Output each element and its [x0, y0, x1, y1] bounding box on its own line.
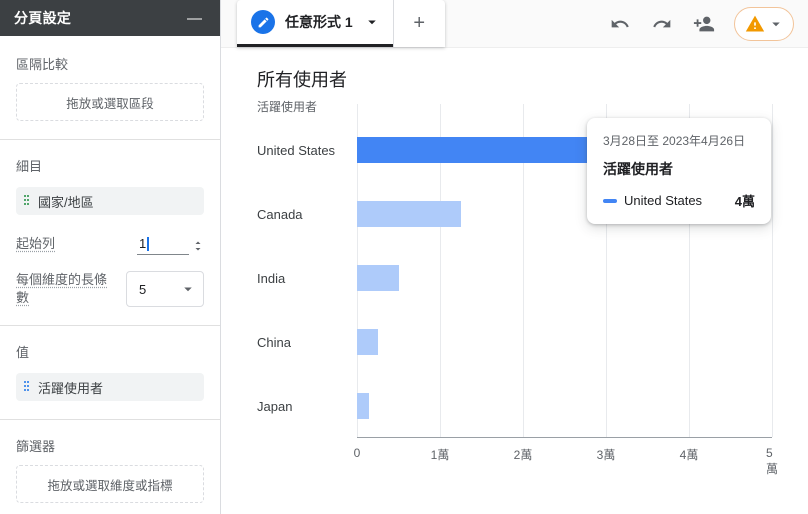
tooltip-series-name: United States	[624, 193, 703, 208]
values-label: 值	[16, 345, 30, 360]
share-users-button[interactable]	[692, 12, 716, 36]
category-label: United States	[257, 142, 336, 158]
gridline	[772, 104, 773, 437]
stepper-down-icon[interactable]	[192, 246, 204, 255]
segment-dropzone[interactable]: 拖放或選取區段	[16, 83, 204, 121]
drag-handle-icon	[24, 195, 30, 207]
bar-canada[interactable]	[357, 201, 461, 227]
panel-body: 區隔比較 拖放或選取區段 細目 國家/地區 起始列 1 每個維度的長條數 5 值…	[0, 36, 220, 503]
breakdown-chip-country[interactable]: 國家/地區	[16, 187, 204, 215]
app-root: 分頁設定 — 區隔比較 拖放或選取區段 細目 國家/地區 起始列 1 每個維度的…	[0, 0, 808, 514]
tooltip-date-range: 3月28日至 2023年4月26日	[603, 134, 746, 148]
tab-strip: 任意形式 1 +	[221, 0, 808, 48]
divider	[0, 139, 220, 140]
edit-icon[interactable]	[251, 10, 275, 34]
bars-per-dimension-label: 每個維度的長條數	[16, 272, 108, 305]
main-area: 任意形式 1 + 所有使用者 活躍使用者 United States Canad…	[221, 0, 808, 514]
tab-label: 任意形式 1	[285, 14, 353, 30]
x-axis-ticks: 0 1萬 2萬 3萬 4萬 5萬	[353, 438, 778, 476]
chevron-down-icon[interactable]	[363, 13, 381, 31]
values-chip-active-users[interactable]: 活躍使用者	[16, 373, 204, 401]
redo-button[interactable]	[650, 12, 674, 36]
bars-per-dimension-value: 5	[139, 281, 147, 297]
chart-metric-label: 活躍使用者	[257, 100, 318, 114]
axis-tick: 2萬	[513, 448, 533, 462]
stepper-up-icon[interactable]	[192, 237, 204, 246]
undo-button[interactable]	[608, 12, 632, 36]
chevron-down-icon	[772, 22, 780, 26]
axis-tick: 1萬	[430, 448, 450, 462]
bars-per-dimension-select[interactable]: 5	[126, 271, 204, 307]
redo-icon	[653, 19, 671, 27]
divider	[0, 325, 220, 326]
start-row-setting: 起始列 1	[16, 233, 204, 255]
axis-tick: 5萬	[766, 446, 779, 476]
bars-per-dimension-setting: 每個維度的長條數 5	[16, 271, 204, 307]
category-label: India	[257, 270, 286, 286]
filters-dropzone-text: 拖放或選取維度或指標	[47, 478, 173, 493]
text-cursor	[147, 236, 149, 251]
panel-header: 分頁設定 —	[0, 0, 220, 36]
filters-label: 篩選器	[16, 439, 56, 454]
toolbar-actions	[608, 0, 808, 47]
category-label: Japan	[257, 398, 293, 414]
bar-india[interactable]	[357, 265, 399, 291]
panel-title: 分頁設定	[14, 10, 72, 26]
axis-tick: 4萬	[679, 448, 699, 462]
bar-japan[interactable]	[357, 393, 370, 419]
tooltip-series-value: 4萬	[734, 194, 755, 209]
breakdown-label: 細目	[16, 159, 43, 174]
tab-group: 任意形式 1 +	[237, 0, 445, 47]
start-row-value: 1	[139, 236, 147, 251]
tab-freeform-1[interactable]: 任意形式 1	[237, 0, 393, 47]
chart-tooltip: 3月28日至 2023年4月26日 活躍使用者 United States 4萬	[587, 118, 771, 224]
axis-tick: 0	[353, 446, 361, 460]
filters-dropzone[interactable]: 拖放或選取維度或指標	[16, 465, 204, 503]
person-add-icon	[693, 16, 715, 31]
bar-china[interactable]	[357, 329, 378, 355]
collapse-panel-button[interactable]: —	[183, 9, 206, 28]
warning-icon	[745, 15, 765, 31]
number-stepper[interactable]	[192, 237, 204, 255]
segment-dropzone-text: 拖放或選取區段	[66, 96, 154, 111]
category-labels: United States Canada India China Japan	[257, 118, 357, 438]
start-row-input[interactable]: 1	[137, 233, 189, 255]
tooltip-series-row: United States 4萬	[603, 191, 755, 210]
chart-title: 所有使用者	[257, 70, 347, 90]
series-swatch	[603, 198, 617, 203]
drag-handle-icon	[24, 381, 30, 393]
breakdown-chip-label: 國家/地區	[38, 194, 94, 210]
chevron-down-icon	[184, 287, 192, 292]
tab-settings-panel: 分頁設定 — 區隔比較 拖放或選取區段 細目 國家/地區 起始列 1 每個維度的…	[0, 0, 221, 514]
tooltip-metric: 活躍使用者	[603, 161, 673, 177]
values-chip-label: 活躍使用者	[38, 380, 104, 396]
segment-comparison-label: 區隔比較	[16, 57, 69, 72]
start-row-label: 起始列	[16, 236, 56, 251]
category-label: China	[257, 334, 291, 350]
divider	[0, 419, 220, 420]
axis-tick: 3萬	[596, 448, 616, 462]
add-tab-button[interactable]: +	[392, 0, 445, 47]
undo-icon	[611, 19, 629, 27]
warning-menu-button[interactable]	[734, 6, 794, 41]
category-label: Canada	[257, 206, 303, 222]
